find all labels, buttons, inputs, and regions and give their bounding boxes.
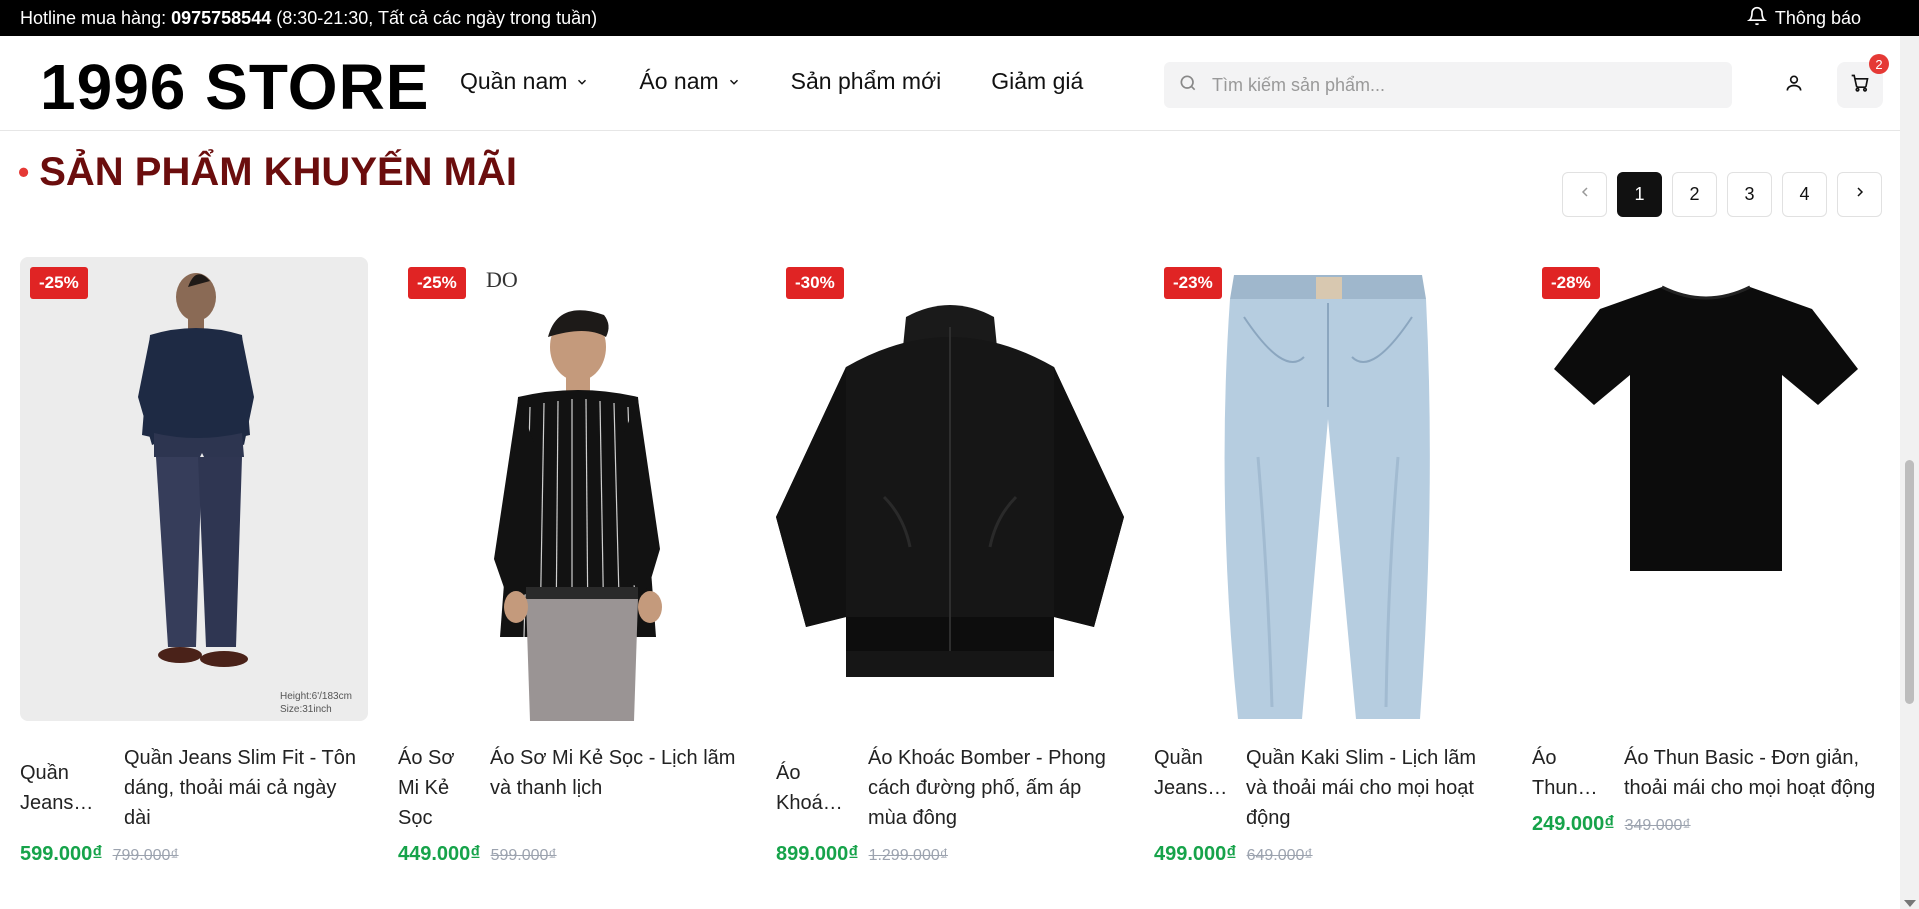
product-grid: Height:6'/183cm Size:31inch -25% Quần Je…	[20, 257, 1890, 866]
discount-badge: -23%	[1164, 267, 1222, 299]
hotline-label: Hotline mua hàng:	[20, 7, 167, 28]
scrollbar-thumb[interactable]	[1905, 460, 1914, 704]
main-nav: Quần nam Áo nam Sản phẩm mới Giảm giá	[460, 68, 1083, 95]
discount-badge: -28%	[1542, 267, 1600, 299]
product-price: 449.000₫	[398, 843, 481, 865]
product-card[interactable]: Height:6'/183cm Size:31inch -25% Quần Je…	[20, 257, 368, 866]
chevron-down-icon	[727, 68, 741, 95]
cart-icon	[1850, 73, 1870, 98]
discount-badge: -25%	[30, 267, 88, 299]
chevron-down-icon	[575, 68, 589, 95]
page-button-1[interactable]: 1	[1617, 172, 1662, 217]
product-old-price: 599.000₫	[490, 847, 557, 864]
product-image[interactable]: -23%	[1154, 257, 1502, 721]
page-button-2[interactable]: 2	[1672, 172, 1717, 217]
user-icon	[1784, 73, 1804, 98]
nav-item-giam-gia[interactable]: Giảm giá	[991, 68, 1083, 95]
scroll-down-arrow-icon[interactable]	[1904, 900, 1916, 907]
notification-label: Thông báo	[1774, 7, 1861, 28]
discount-badge: -30%	[786, 267, 844, 299]
nav-item-san-pham-moi[interactable]: Sản phẩm mới	[791, 68, 942, 95]
product-name[interactable]: Quần Jeans Slim Fit - Tôn dáng, thoải má…	[124, 743, 368, 833]
svg-text:Height:6'/183cm: Height:6'/183cm	[280, 691, 352, 702]
bullet-dot-icon: •	[18, 154, 30, 190]
product-card[interactable]: DO -25% Áo Sơ Mi Kẻ Sọc Áo Sơ Mi Kẻ Sọc …	[398, 257, 746, 866]
nav-item-quan-nam[interactable]: Quần nam	[460, 68, 589, 95]
product-old-price: 1.299.000₫	[868, 847, 948, 864]
bell-icon	[1746, 6, 1768, 31]
store-logo[interactable]: 1996 STORE	[40, 50, 429, 124]
product-price: 899.000₫	[776, 843, 859, 865]
product-card[interactable]: -30% Áo Khoá… Áo Khoác Bomber - Phong cá…	[776, 257, 1124, 866]
product-name[interactable]: Quần Kaki Slim - Lịch lãm và thoải mái c…	[1246, 743, 1502, 833]
product-name[interactable]: Áo Khoác Bomber - Phong cách đường phố, …	[868, 743, 1124, 833]
search-input[interactable]	[1212, 74, 1718, 96]
product-image[interactable]: DO -25%	[398, 257, 746, 721]
product-image[interactable]: -28%	[1532, 257, 1880, 721]
nav-label: Sản phẩm mới	[790, 68, 942, 94]
product-short-name: Áo Khoá…	[776, 762, 843, 814]
search-icon	[1178, 73, 1198, 98]
discount-badge: -25%	[408, 267, 466, 299]
product-short-name: Áo Sơ Mi Kẻ Sọc	[398, 747, 455, 829]
chevron-left-icon	[1577, 184, 1593, 205]
product-card[interactable]: -23% Quần Jeans… Quần Kaki Slim - Lịch l…	[1154, 257, 1502, 866]
product-card[interactable]: -28% Áo Thun… Áo Thun Basic - Đơn giản, …	[1532, 257, 1880, 866]
page-scrollbar[interactable]	[1900, 36, 1919, 909]
product-short-name: Quần Jeans…	[20, 762, 94, 814]
product-image[interactable]: -30%	[776, 257, 1124, 721]
top-bar: Hotline mua hàng: 0975758544 (8:30-21:30…	[0, 0, 1919, 36]
product-old-price: 349.000₫	[1624, 817, 1691, 834]
nav-item-ao-nam[interactable]: Áo nam	[639, 68, 740, 95]
product-price: 249.000₫	[1532, 813, 1615, 835]
cart-button[interactable]: 2	[1837, 54, 1889, 108]
prev-page-button[interactable]	[1562, 172, 1607, 217]
chevron-right-icon	[1852, 184, 1868, 205]
hotline-number[interactable]: 0975758544	[171, 8, 271, 29]
product-short-name: Quần Jeans…	[1154, 747, 1228, 799]
pagination: 1 2 3 4	[1562, 172, 1882, 217]
section-title: • SẢN PHẨM KHUYẾN MÃI	[18, 150, 517, 195]
site-header: 1996 STORE Quần nam Áo nam Sản phẩm mới …	[0, 36, 1900, 131]
next-page-button[interactable]	[1837, 172, 1882, 217]
nav-label: Áo nam	[639, 68, 719, 94]
product-name[interactable]: Áo Thun Basic - Đơn giản, thoải mái cho …	[1624, 743, 1880, 803]
page-button-4[interactable]: 4	[1782, 172, 1827, 217]
search-box	[1164, 62, 1732, 108]
svg-text:Size:31inch: Size:31inch	[280, 704, 332, 715]
hotline-hours: (8:30-21:30, Tất cả các ngày trong tuần)	[276, 7, 598, 28]
cart-count-badge: 2	[1869, 54, 1889, 74]
product-price: 499.000₫	[1154, 843, 1237, 865]
nav-label: Giảm giá	[991, 68, 1084, 94]
product-image[interactable]: Height:6'/183cm Size:31inch -25%	[20, 257, 368, 721]
product-name[interactable]: Áo Sơ Mi Kẻ Sọc - Lịch lãm và thanh lịch	[490, 743, 746, 833]
section-title-text: SẢN PHẨM KHUYẾN MÃI	[39, 150, 517, 194]
notification-button[interactable]: Thông báo	[1746, 6, 1861, 31]
nav-label: Quần nam	[460, 68, 568, 94]
page-button-3[interactable]: 3	[1727, 172, 1772, 217]
product-old-price: 649.000₫	[1246, 847, 1313, 864]
product-short-name: Áo Thun…	[1532, 747, 1598, 799]
svg-text:DO: DO	[486, 267, 518, 292]
product-old-price: 799.000₫	[112, 847, 179, 864]
product-price: 599.000₫	[20, 843, 103, 865]
account-button[interactable]	[1771, 62, 1817, 108]
